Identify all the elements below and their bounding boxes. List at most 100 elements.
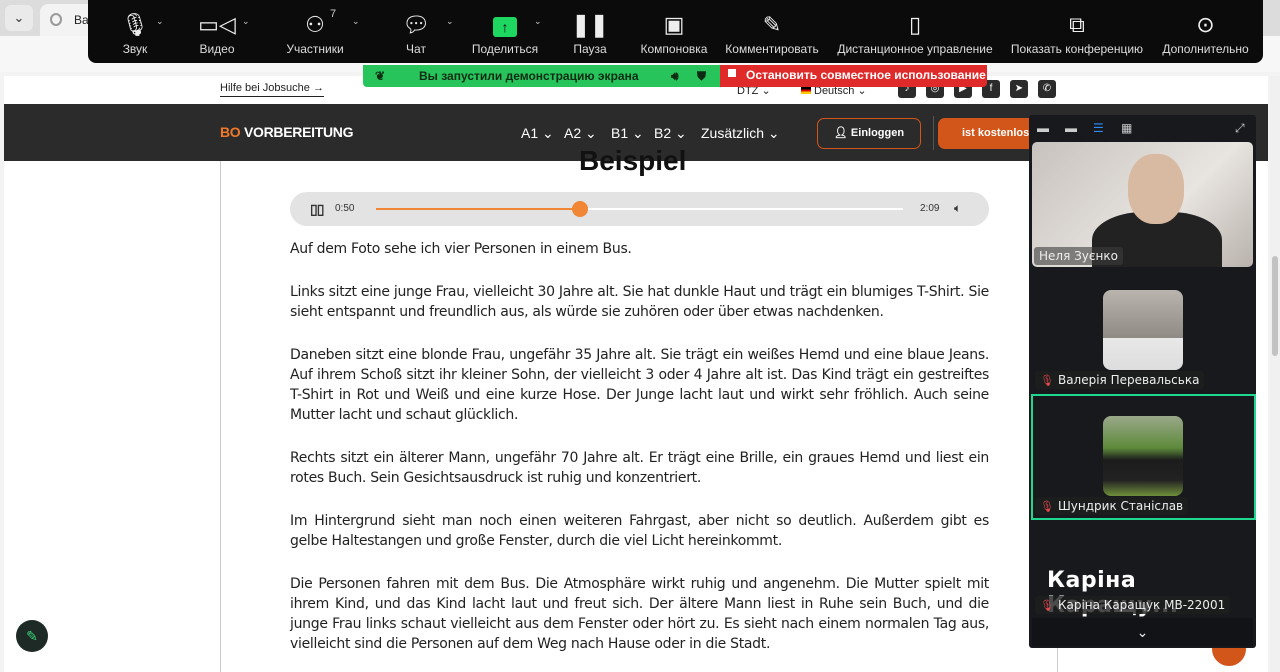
participant-label: 🎙︎ Шундрик Станіслав xyxy=(1035,497,1189,515)
telegram-icon[interactable]: ➤ xyxy=(1010,80,1028,98)
pause-label: Пауза xyxy=(573,42,607,56)
page-scrollbar[interactable] xyxy=(1270,76,1280,672)
participants-button[interactable]: ⚇ Участники 7 ⌄ xyxy=(280,8,359,56)
show-meeting-icon: ⧉ xyxy=(1069,12,1085,37)
muted-mic-icon: 🎙︎ xyxy=(1040,500,1054,513)
gallery-view-icon[interactable]: ▦ xyxy=(1121,121,1132,135)
chevron-down-icon[interactable]: ⌄ xyxy=(534,16,542,27)
job-help-link[interactable]: Hilfe bei Jobsuche → xyxy=(220,82,324,97)
menu-a1[interactable]: A1 ⌄ xyxy=(521,125,554,142)
video-panel: ▬ ▬ ☰ ▦ ⤢ Неля Зуєнко 🎙︎ Валерія Переваль… xyxy=(1029,115,1256,648)
share-label: Поделиться xyxy=(471,42,539,56)
paragraph: Links sitzt eine junge Frau, vielleicht … xyxy=(290,283,989,320)
share-icon: ↑ xyxy=(493,17,517,37)
stop-share-button[interactable]: Остановить совместное использование xyxy=(720,65,987,87)
logo-accent: BO xyxy=(220,124,241,140)
muted-mic-icon: 🎙︎ xyxy=(1040,374,1054,387)
menu-additional[interactable]: Zusätzlich ⌄ xyxy=(701,125,780,142)
participant-avatar xyxy=(1103,416,1183,496)
remote-control-button[interactable]: ▯ Дистанционное управление xyxy=(832,8,998,56)
microphone-icon: 🎙︎ xyxy=(121,12,149,37)
audio-player: ▯▯ 0:50 2:09 🔈︎ xyxy=(290,192,989,226)
video-button[interactable]: ▭◁ Видео ⌄ xyxy=(192,8,249,56)
shield-icon: ⛊ xyxy=(697,69,707,83)
paragraph: Auf dem Foto sehe ich vier Personen in e… xyxy=(290,241,632,257)
content-column: Beispiel ▯▯ 0:50 2:09 🔈︎ Auf dem Foto se… xyxy=(220,145,1058,672)
whatsapp-icon[interactable]: ✆ xyxy=(1038,80,1056,98)
login-button[interactable]: 👤︎ Einloggen xyxy=(817,118,921,149)
scroll-down-button[interactable]: ⌄ xyxy=(1032,618,1253,646)
tab-title: Ba xyxy=(74,13,89,27)
chevron-down-icon[interactable]: ⌄ xyxy=(446,16,454,27)
chat-icon: 💬︎ xyxy=(402,12,430,37)
sharing-banner-text: Вы запустили демонстрацию экрана xyxy=(419,69,639,83)
chevron-down-icon[interactable]: ⌄ xyxy=(242,16,250,27)
strip-view-icon[interactable]: ☰ xyxy=(1093,121,1104,135)
minimize-icon[interactable]: ▬ xyxy=(1037,121,1049,135)
more-icon: ⊙ xyxy=(1196,12,1215,37)
layout-icon: ▣ xyxy=(663,12,685,37)
seek-handle[interactable] xyxy=(572,201,589,217)
mouse-icon: ▯ xyxy=(908,12,922,37)
chat-button[interactable]: 💬︎ Чат ⌄ xyxy=(396,8,454,56)
more-label: Дополнительно xyxy=(1162,42,1249,56)
more-button[interactable]: ⊙ Дополнительно xyxy=(1158,8,1253,56)
paragraph: Rechts sitzt ein älterer Mann, ungefähr … xyxy=(290,449,989,487)
site-logo[interactable]: BO VORBEREITUNG xyxy=(220,124,353,140)
annotate-button[interactable]: ✎ Комментировать xyxy=(722,8,822,56)
login-label: Einloggen xyxy=(850,127,905,139)
layout-label: Компоновка xyxy=(640,42,708,56)
share-button[interactable]: ↑ Поделиться ⌄ xyxy=(470,8,542,56)
favicon-icon xyxy=(50,13,62,26)
participant-label: 🎙︎ Валерія Перевальська xyxy=(1035,371,1205,389)
menu-b2[interactable]: B2 ⌄ xyxy=(654,125,687,142)
volume-icon[interactable]: 🔈︎ xyxy=(954,201,961,216)
german-flag-icon xyxy=(801,87,811,94)
paragraph: Daneben sitzt eine blonde Frau, ungefähr… xyxy=(290,346,989,424)
video-feed-face xyxy=(1128,154,1184,224)
seek-fill xyxy=(376,208,581,210)
video-label: Видео xyxy=(199,42,235,56)
participant-name: Шундрик Станіслав xyxy=(1057,499,1184,513)
paragraph: Im Hintergrund sieht man noch einen weit… xyxy=(290,512,989,550)
pause-share-button[interactable]: ❚❚ Пауза xyxy=(570,8,610,56)
show-meeting-button[interactable]: ⧉ Показать конференцию xyxy=(1007,8,1147,56)
annotate-label: Комментировать xyxy=(725,42,819,56)
audio-button[interactable]: 🎙︎ Звук ⌄ xyxy=(110,8,164,56)
paragraph: Die Personen fahren mit dem Bus. Die Atm… xyxy=(290,575,989,653)
expand-icon[interactable]: ⤢ xyxy=(1235,121,1245,136)
page-heading: Beispiel xyxy=(579,145,687,176)
video-tile[interactable]: Неля Зуєнко xyxy=(1032,142,1253,267)
participant-count: 7 xyxy=(330,8,337,20)
participant-name: Неля Зуєнко xyxy=(1034,247,1123,265)
stop-icon xyxy=(728,69,736,77)
user-icon: 👤︎ xyxy=(833,127,851,139)
divider xyxy=(933,116,934,150)
remote-control-label: Дистанционное управление xyxy=(837,42,993,56)
layout-button[interactable]: ▣ Компоновка xyxy=(636,8,712,56)
stop-share-label: Остановить совместное использование xyxy=(746,68,986,82)
menu-b1[interactable]: B1 ⌄ xyxy=(611,125,644,142)
pause-icon: ❚❚ xyxy=(571,12,609,37)
scroll-thumb[interactable] xyxy=(1272,256,1278,356)
participants-label: Участники xyxy=(286,42,344,56)
participant-avatar xyxy=(1103,290,1183,370)
tab-list-button[interactable]: ⌄ xyxy=(5,5,33,31)
duration: 2:09 xyxy=(920,203,940,214)
edit-pencil-button[interactable]: ✎ xyxy=(16,620,48,652)
leaf-icon: ❦ xyxy=(375,69,386,83)
zoom-meeting-toolbar: 🎙︎ Звук ⌄ ▭◁ Видео ⌄ ⚇ Участники 7 ⌄ 💬︎ Чат ⌄ ↑ По… xyxy=(88,0,1263,63)
chat-label: Чат xyxy=(406,42,426,56)
chevron-down-icon[interactable]: ⌄ xyxy=(156,16,164,27)
pause-button[interactable]: ▯▯ xyxy=(310,201,324,218)
muted-mic-icon: 🎙︎ xyxy=(1040,599,1054,612)
menu-a2[interactable]: A2 ⌄ xyxy=(564,125,597,142)
show-meeting-label: Показать конференцию xyxy=(1010,42,1144,56)
speaker-view-icon[interactable]: ▬ xyxy=(1065,121,1077,135)
seek-slider[interactable] xyxy=(376,201,903,217)
participant-name: Валерія Перевальська xyxy=(1057,373,1200,387)
participants-icon: ⚇ xyxy=(305,12,325,37)
speaker-icon: 🔊︎ xyxy=(671,69,679,83)
chevron-down-icon[interactable]: ⌄ xyxy=(352,16,360,27)
sharing-banner: ❦ Вы запустили демонстрацию экрана 🔊︎ ⛊ xyxy=(363,65,720,87)
